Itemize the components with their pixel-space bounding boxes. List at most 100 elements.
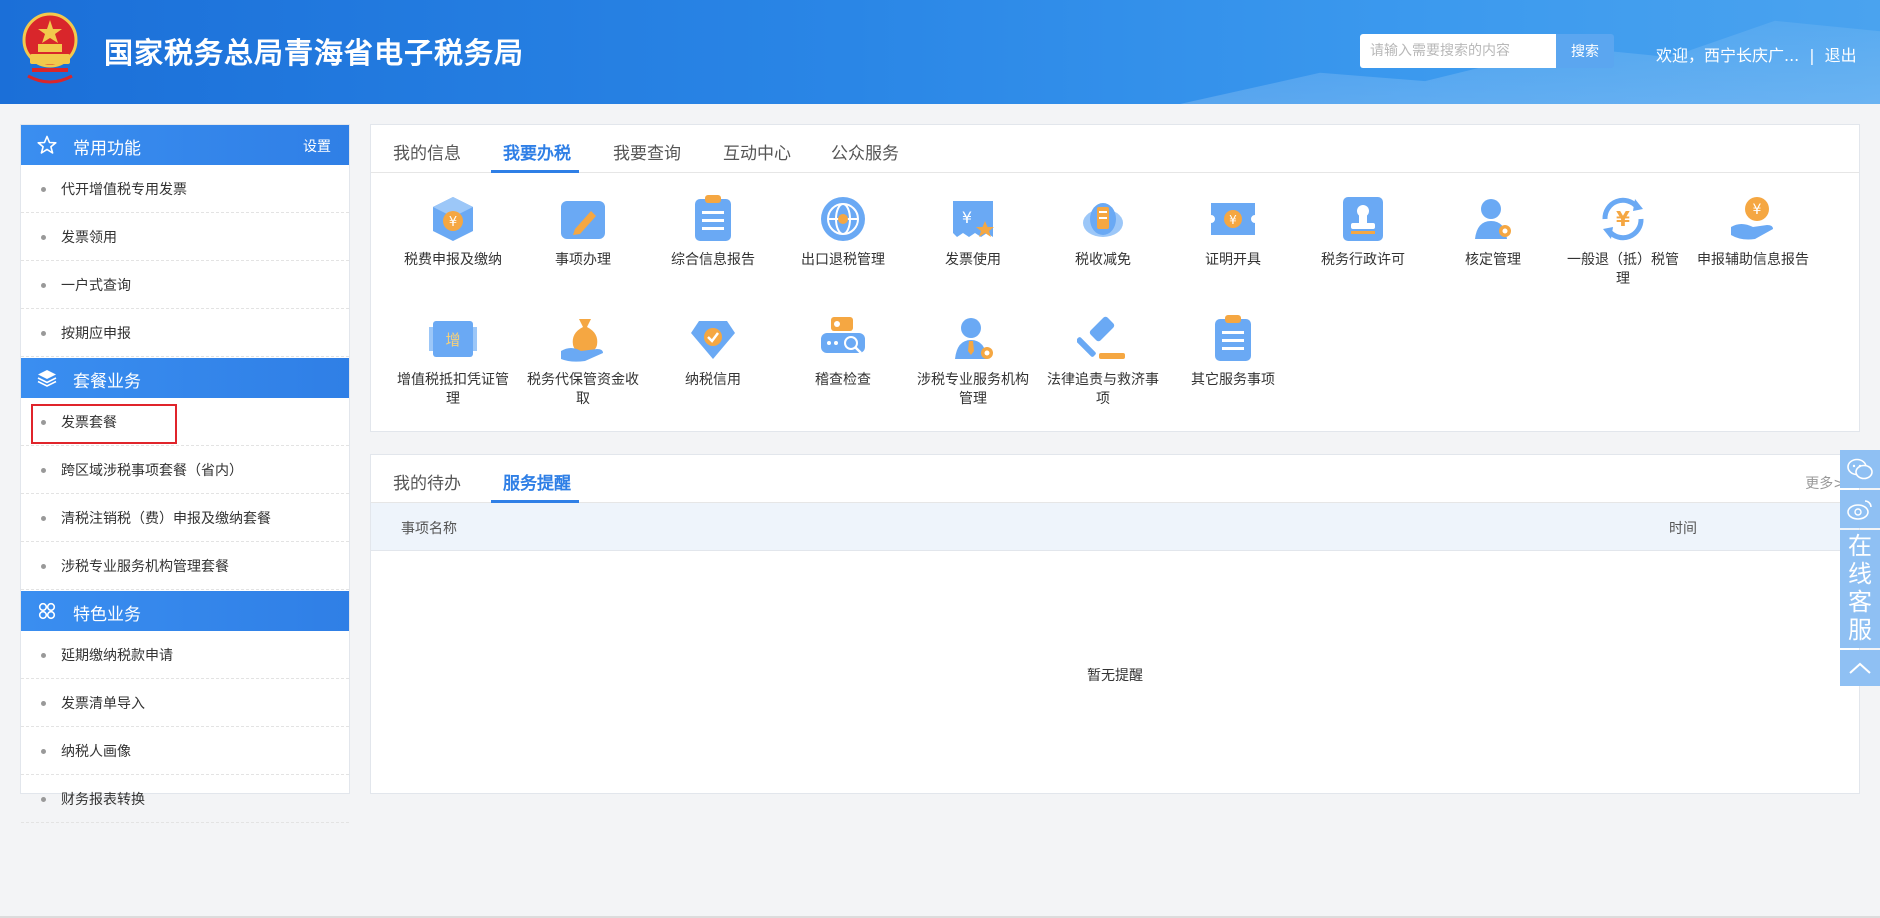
func-label: 事项办理 [555,252,611,268]
func-invoice-use[interactable]: ¥ 发票使用 [913,193,1033,303]
func-label: 税务代保管资金收取 [527,372,639,407]
func-label: 出口退税管理 [801,252,885,268]
active-tab-underline [491,170,579,173]
svg-text:¥: ¥ [1229,213,1237,227]
floating-service-bar: 在线客服 [1840,450,1880,686]
column-item-name: 事项名称 [401,521,457,537]
func-label: 增值税抵扣凭证管理 [397,372,509,407]
tab-interaction[interactable]: 互动中心 [723,139,791,164]
section-common-functions: 常用功能 设置 [21,125,349,165]
func-certificate[interactable]: ¥ 证明开具 [1173,193,1293,303]
tab-public-service[interactable]: 公众服务 [831,139,899,164]
sidebar-item-label: 跨区域涉税事项套餐（省内） [61,463,243,479]
section-common-label: 常用功能 [73,139,141,159]
search-button[interactable]: 搜索 [1556,34,1614,68]
func-info-report[interactable]: 综合信息报告 [653,193,773,303]
func-label: 综合信息报告 [671,252,755,268]
func-export-refund[interactable]: 出口退税管理 [783,193,903,303]
bullet [41,653,46,658]
gavel-icon [1077,316,1125,359]
agent-icon [955,318,993,359]
func-label: 一般退（抵）税管理 [1567,252,1679,287]
sidebar-item-taxpayer-profile[interactable]: 纳税人画像 [21,727,349,775]
sidebar-item-label: 清税注销税（费）申报及缴纳套餐 [61,511,271,527]
sidebar-item-one-stop-query[interactable]: 一户式查询 [21,261,349,309]
stamp-icon [1343,197,1383,241]
func-tax-credit[interactable]: 纳税信用 [653,313,773,423]
table-header: 事项名称 时间 [371,503,1859,551]
service-panel: 我的待办 服务提醒 更多> 事项名称 时间 暂无提醒 [370,454,1860,794]
wechat-icon [1847,458,1873,480]
settings-link[interactable]: 设置 [303,136,331,156]
logout-link[interactable]: 退出 [1825,46,1857,65]
func-tax-relief[interactable]: 税收减免 [1043,193,1163,303]
section-package-label: 套餐业务 [73,372,141,392]
func-assessment[interactable]: 核定管理 [1433,193,1553,303]
chevron-up-icon [1849,662,1871,674]
refund-icon: ¥ [1602,197,1644,241]
sidebar-item-financial-report-convert[interactable]: 财务报表转换 [21,775,349,823]
sidebar-item-label: 按期应申报 [61,326,131,342]
online-service-button[interactable]: 在线客服 [1840,530,1880,648]
vat-ticket-icon: 增 [429,321,477,357]
sidebar-item-label: 发票清单导入 [61,696,145,712]
section-package-business: 套餐业务 [21,358,349,398]
func-label: 纳税信用 [685,372,741,388]
invoice-icon: ¥ [953,201,994,237]
sidebar-item-deregistration-package[interactable]: 清税注销税（费）申报及缴纳套餐 [21,494,349,542]
svg-text:增: 增 [445,331,460,349]
func-agency-management[interactable]: 涉税专业服务机构管理 [913,313,1033,423]
certificate-icon: ¥ [1211,203,1255,235]
globe-icon [821,197,865,241]
grid-knot-icon [38,602,56,620]
sidebar-item-vat-special-invoice[interactable]: 代开增值税专用发票 [21,165,349,213]
section-special-label: 特色业务 [73,605,141,625]
sidebar-item-agency-package[interactable]: 涉税专业服务机构管理套餐 [21,542,349,590]
tab-tax-handling[interactable]: 我要办税 [503,139,571,164]
func-label: 其它服务事项 [1191,372,1275,388]
back-to-top-button[interactable] [1840,650,1880,686]
sidebar-item-label: 延期缴纳税款申请 [61,648,173,664]
sidebar-item-label: 代开增值税专用发票 [61,182,187,198]
inspection-icon [821,317,865,354]
header-separator: | [1809,46,1815,65]
func-item-handling[interactable]: 事项办理 [523,193,643,303]
func-audit-inspection[interactable]: 稽查检查 [783,313,903,423]
bullet [41,516,46,521]
highlight-annotation-box [31,404,177,444]
wechat-button[interactable] [1840,450,1880,488]
sidebar-item-invoice-list-import[interactable]: 发票清单导入 [21,679,349,727]
func-custody-funds[interactable]: 税务代保管资金收取 [523,313,643,423]
tab-query[interactable]: 我要查询 [613,139,681,164]
func-legal-remedy[interactable]: 法律追责与救济事项 [1043,313,1163,423]
func-admin-permit[interactable]: 税务行政许可 [1303,193,1423,303]
func-other-services[interactable]: 其它服务事项 [1173,313,1293,423]
sidebar-item-label: 涉税专业服务机构管理套餐 [61,559,229,575]
diamond-check-icon [691,321,735,359]
weibo-icon [1847,500,1872,520]
search-input[interactable] [1360,34,1556,68]
hand-coin-icon: ¥ [1731,197,1773,240]
func-label: 税收减免 [1075,252,1131,268]
func-aux-info-report[interactable]: ¥ 申报辅助信息报告 [1693,193,1813,303]
welcome-user-link[interactable]: 欢迎，西宁长庆广... [1656,46,1799,65]
bullet [41,468,46,473]
tax-emblem-icon [22,12,78,84]
column-time: 时间 [1669,521,1697,537]
tab-my-info[interactable]: 我的信息 [393,139,461,164]
bullet [41,331,46,336]
func-general-refund[interactable]: ¥ 一般退（抵）税管理 [1563,193,1683,303]
func-vat-voucher[interactable]: 增 增值税抵扣凭证管理 [393,313,513,423]
sidebar-item-invoice-claim[interactable]: 发票领用 [21,213,349,261]
tab-service-reminder[interactable]: 服务提醒 [503,469,571,494]
weibo-button[interactable] [1840,490,1880,528]
bullet [41,187,46,192]
svg-text:¥: ¥ [962,208,972,227]
func-label: 税费申报及缴纳 [404,252,502,268]
sidebar-item-deferred-payment[interactable]: 延期缴纳税款申请 [21,631,349,679]
func-tax-payment[interactable]: ¥ 税费申报及缴纳 [393,193,513,303]
sidebar-item-cross-region-package[interactable]: 跨区域涉税事项套餐（省内） [21,446,349,494]
bullet [41,701,46,706]
sidebar-item-periodic-declaration[interactable]: 按期应申报 [21,309,349,357]
tab-my-todo[interactable]: 我的待办 [393,469,461,494]
